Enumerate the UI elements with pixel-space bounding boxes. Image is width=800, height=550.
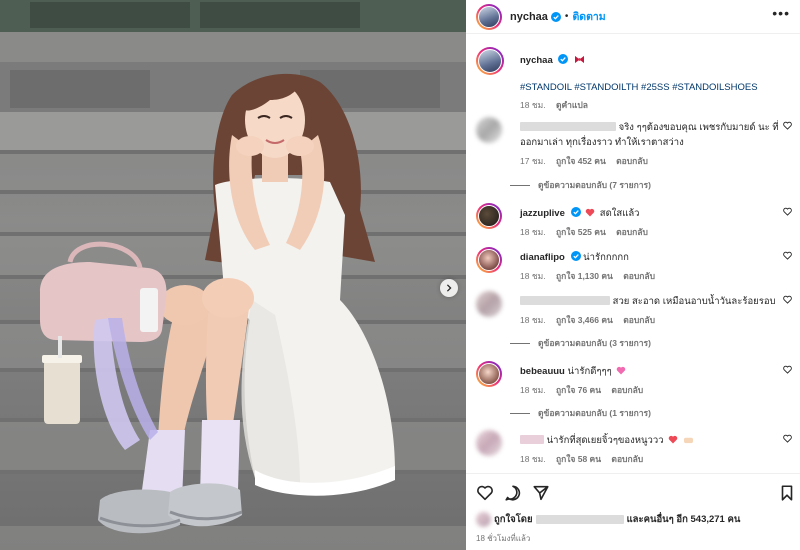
reply-button[interactable]: ตอบกลับ	[611, 454, 643, 464]
redacted-username	[520, 296, 610, 305]
follow-button[interactable]: ติดตาม	[572, 8, 605, 25]
redacted-username	[520, 122, 616, 131]
commenter-avatar[interactable]	[476, 361, 502, 387]
comment-username[interactable]: jazzuplive	[520, 208, 565, 219]
chevron-right-icon	[446, 284, 452, 292]
comment-time: 18 ชม.	[520, 315, 546, 325]
commenter-avatar[interactable]	[476, 430, 502, 456]
comment-text: น่ารักดีๆๆๆ	[567, 366, 612, 377]
verified-badge-icon	[550, 11, 561, 22]
heart-icon[interactable]	[783, 434, 792, 443]
liker-avatar[interactable]	[476, 512, 491, 527]
comment-text: สดใสแล้ว	[599, 208, 640, 219]
heart-icon[interactable]	[783, 251, 792, 260]
share-icon[interactable]	[532, 484, 550, 502]
comment-item: สวย สะอาด เหมือนอาบน้ำวันละร้อยรอบ 18 ชม…	[476, 291, 794, 331]
comment-likes[interactable]: ถูกใจ 452 คน	[556, 156, 606, 166]
comment-likes[interactable]: ถูกใจ 1,130 คน	[556, 271, 613, 281]
verified-badge-icon	[570, 251, 581, 261]
reply-button[interactable]: ตอบกลับ	[623, 315, 655, 325]
caption: nychaa #STANDOIL #STANDOILTH #25SS #STAN…	[476, 47, 794, 117]
comment-text: สวย สะอาด เหมือนอาบน้ำวันละร้อยรอบ	[612, 296, 776, 307]
post-actions: ถูกใจโดย และคนอื่นๆ อีก 543,271 คน 18 ชั…	[466, 473, 800, 550]
commenter-avatar[interactable]	[476, 291, 502, 317]
separator-dot: •	[564, 11, 569, 22]
like-button[interactable]	[476, 484, 494, 502]
author-username[interactable]: nychaa	[510, 11, 548, 23]
heart-icon[interactable]	[783, 207, 792, 216]
comment-time: 18 ชม.	[520, 227, 546, 237]
view-replies-button[interactable]: ดูข้อความตอบกลับ (7 รายการ)	[510, 178, 651, 192]
reply-line	[510, 184, 530, 186]
hands-emoji-icon	[683, 437, 693, 444]
comment-likes[interactable]: ถูกใจ 58 คน	[556, 454, 601, 464]
comment-item: bebeauuu น่ารักดีๆๆๆ 18 ชม. ถูกใจ 76 คน …	[476, 361, 794, 401]
see-translation-button[interactable]: ดูคำแปล	[556, 100, 588, 110]
comment-likes[interactable]: ถูกใจ 3,466 คน	[556, 315, 613, 325]
heart-icon[interactable]	[783, 365, 792, 374]
commenter-avatar[interactable]	[476, 117, 502, 143]
verified-badge-icon	[570, 207, 581, 217]
verified-badge-icon	[558, 54, 569, 64]
comment-time: 18 ชม.	[520, 454, 546, 464]
redacted-username	[520, 435, 544, 444]
heart-icon[interactable]	[783, 121, 792, 130]
pink-heart-emoji-icon	[617, 366, 626, 375]
reply-button[interactable]: ตอบกลับ	[616, 156, 648, 166]
comment-username[interactable]: bebeauuu	[520, 366, 565, 377]
comments-list[interactable]: nychaa #STANDOIL #STANDOILTH #25SS #STAN…	[466, 35, 800, 472]
comment-item: น่ารักที่สุดเยยจิ้วๆของหนูววว 18 ชม. ถูก…	[476, 430, 794, 470]
redacted-liker	[535, 515, 624, 524]
post-header: nychaa • ติดตาม •••	[466, 0, 800, 34]
reply-button[interactable]: ตอบกลับ	[611, 385, 643, 395]
comment-likes[interactable]: ถูกใจ 525 คน	[556, 227, 606, 237]
comment-time: 18 ชม.	[520, 271, 546, 281]
comment-text: น่ารักกกกก	[583, 252, 629, 263]
caption-username[interactable]: nychaa	[520, 55, 553, 66]
reply-line	[510, 342, 530, 344]
commenter-avatar[interactable]	[476, 203, 502, 229]
view-replies-button[interactable]: ดูข้อความตอบกลับ (1 รายการ)	[510, 406, 651, 420]
reply-button[interactable]: ตอบกลับ	[623, 271, 655, 281]
view-replies-label[interactable]: ดูข้อความตอบกลับ (1 รายการ)	[538, 406, 651, 420]
commenter-avatar[interactable]	[476, 247, 502, 273]
comment-item: dianaflipo น่ารักกกกก 18 ชม. ถูกใจ 1,130…	[476, 247, 794, 287]
comment-likes[interactable]: ถูกใจ 76 คน	[556, 385, 601, 395]
comment-icon[interactable]	[504, 484, 522, 502]
liked-by-prefix: ถูกใจโดย	[494, 514, 533, 525]
photo-illustration	[0, 0, 466, 550]
reply-button[interactable]: ตอบกลับ	[616, 227, 648, 237]
bookmark-icon[interactable]	[778, 484, 796, 502]
comment-time: 18 ชม.	[520, 385, 546, 395]
red-heart-emoji-icon	[668, 435, 678, 444]
reply-line	[510, 412, 530, 414]
comment-username[interactable]: dianaflipo	[520, 252, 565, 263]
ribbon-emoji-icon	[575, 55, 585, 64]
more-options-button[interactable]: •••	[772, 6, 790, 20]
caption-time: 18 ชม.	[520, 100, 546, 110]
view-replies-label[interactable]: ดูข้อความตอบกลับ (3 รายการ)	[538, 336, 651, 350]
view-replies-label[interactable]: ดูข้อความตอบกลับ (7 รายการ)	[538, 178, 651, 192]
caption-hashtags[interactable]: #STANDOIL #STANDOILTH #25SS #STANDOILSHO…	[520, 80, 782, 95]
liked-by-count[interactable]: และคนอื่นๆ อีก 543,271 คน	[627, 512, 741, 527]
liked-by: ถูกใจโดย และคนอื่นๆ อีก 543,271 คน	[476, 512, 740, 527]
post-time: 18 ชั่วโมงที่แล้ว	[476, 534, 531, 543]
comment-time: 17 ชม.	[520, 156, 546, 166]
comment-item: jazzuplive สดใสแล้ว 18 ชม. ถูกใจ 525 คน …	[476, 203, 794, 243]
comment-text: น่ารักที่สุดเยยจิ้วๆของหนูววว	[546, 435, 664, 446]
author-avatar[interactable]	[476, 3, 502, 30]
red-heart-emoji-icon	[585, 208, 595, 217]
caption-avatar[interactable]	[476, 47, 504, 75]
post-side-panel: nychaa • ติดตาม ••• nychaa #STANDOIL #ST…	[466, 0, 800, 550]
heart-icon[interactable]	[783, 295, 792, 304]
post-photo	[0, 0, 466, 550]
next-photo-button[interactable]	[440, 279, 458, 297]
view-replies-button[interactable]: ดูข้อความตอบกลับ (3 รายการ)	[510, 336, 651, 350]
